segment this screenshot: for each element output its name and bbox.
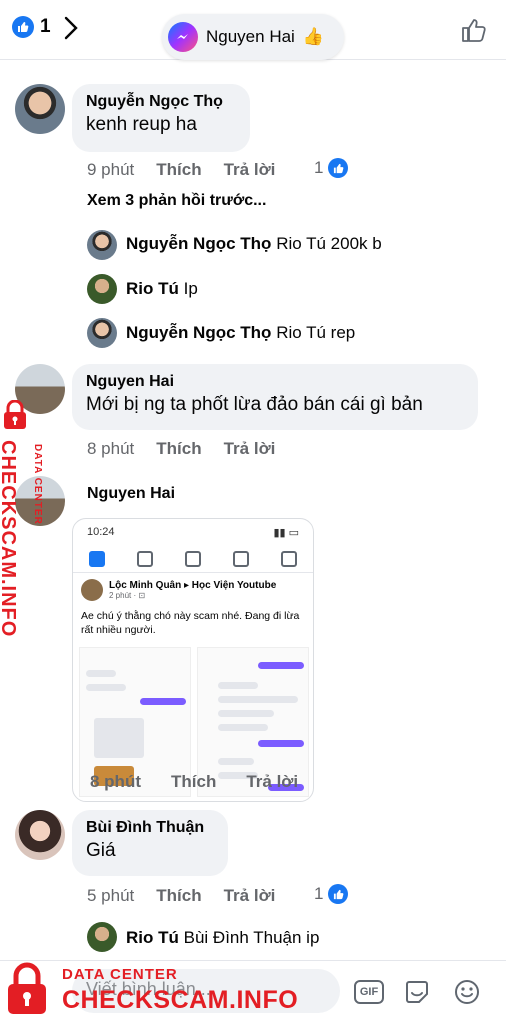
comment-actions: 9 phút Thích Trả lời [87,160,275,180]
post-time: 2 phút · ⊡ [109,591,146,600]
home-icon [89,550,105,567]
reply-item: Nguyễn Ngọc Thọ Rio Tú rep [126,323,355,343]
comment-text: Giá [86,840,116,861]
avatar[interactable] [87,230,117,260]
comment-text: kenh reup ha [86,114,197,135]
comment-time: 5 phút [87,886,135,905]
comment-author[interactable]: Nguyễn Ngọc Thọ [86,92,236,112]
status-bar: 10:24 ▮▮ ▭ [73,519,313,545]
emoji-icon[interactable] [452,977,482,1007]
reaction-number: 1 [314,884,324,903]
attached-screenshot[interactable]: 10:24 ▮▮ ▭ Lộc Minh Quân ▸ Học Viện Yout… [72,518,314,802]
watermark-text: CHECKSCAM.INFO [62,986,299,1014]
like-icon [328,158,349,178]
thumbs-up-emoji: 👍 [302,27,324,46]
comment-bubble: Nguyen Hai Mới bị ng ta phốt lừa đảo bán… [72,364,478,430]
facebook-nav [73,545,313,573]
comment-actions: 8 phút Thích Trả lời [90,772,298,792]
lock-icon [8,962,46,1014]
like-button[interactable]: Thích [156,439,201,459]
avatar[interactable] [15,84,65,134]
avatar[interactable] [87,274,117,304]
post: Lộc Minh Quân ▸ Học Viện Youtube 2 phút … [73,573,313,643]
reply-text: Rio Tú rep [276,323,356,342]
watermark-subtext: DATA CENTER [32,444,43,525]
see-previous-replies[interactable]: Xem 3 phản hồi trước... [87,192,266,210]
comment-actions: 5 phút Thích Trả lời [87,886,275,906]
watermark-text: CHECKSCAM.INFO [0,440,19,638]
reply-item: Rio Tú Ip [126,279,198,299]
comment-author[interactable]: Bùi Đình Thuận [86,818,214,838]
comment-bubble: Nguyễn Ngọc Thọ kenh reup ha [72,84,250,152]
reaction-count[interactable]: 1 [314,158,349,178]
comment-time: 8 phút [90,772,141,791]
video-icon [137,550,153,567]
thumbs-up-icon[interactable] [460,16,488,44]
like-icon [12,16,34,38]
reply-item: Nguyễn Ngọc Thọ Rio Tú 200k b [126,234,382,254]
like-icon [328,884,349,904]
bell-icon [233,550,249,567]
reply-text: Bùi Đình Thuận ip [183,928,320,947]
chat-head-name: Nguyen Hai [206,27,295,46]
post-text: Ae chú ý thằng chó này scam nhé. Đang đi… [81,610,300,636]
comment-actions: 8 phút Thích Trả lời [87,439,275,459]
avatar[interactable] [15,810,65,860]
messenger-icon [168,22,198,52]
reply-text: Rio Tú 200k b [276,234,382,253]
chat-head[interactable]: Nguyen Hai 👍 [162,14,344,60]
watermark-side: CHECKSCAM.INFO DATA CENTER [0,400,54,640]
watermark-subtext: DATA CENTER [62,966,178,983]
status-time: 10:24 [87,526,115,538]
reply-author[interactable]: Rio Tú [126,279,179,298]
battery-icon: ▮▮ ▭ [273,526,299,539]
watermark-bottom: DATA CENTER CHECKSCAM.INFO [6,962,306,1020]
reply-button[interactable]: Trả lời [224,439,276,459]
reply-author[interactable]: Nguyễn Ngọc Thọ [126,234,271,253]
top-bar: 1 Nguyen Hai 👍 [0,0,506,60]
avatar[interactable] [87,922,117,952]
reply-button[interactable]: Trả lời [224,160,276,180]
reaction-count[interactable]: 1 [314,884,349,904]
post-author: Lộc Minh Quân ▸ Học Viện Youtube [109,580,277,591]
avatar [81,579,103,601]
like-summary[interactable]: 1 [12,16,51,38]
gif-button[interactable]: GIF [354,980,384,1004]
comment-time: 9 phút [87,160,135,179]
comment-text: Mới bị ng ta phốt lừa đảo bán cái gì bản [86,394,423,415]
reaction-number: 1 [314,158,324,177]
like-button[interactable]: Thích [156,886,201,906]
reply-author[interactable]: Rio Tú [126,928,179,947]
like-count-text: 1 [40,16,51,37]
reply-button[interactable]: Trả lời [246,772,298,792]
reply-author[interactable]: Nguyễn Ngọc Thọ [126,323,271,342]
reply-text: Ip [183,279,198,298]
chevron-right-icon[interactable] [60,14,82,42]
reply-button[interactable]: Trả lời [224,886,276,906]
flag-icon [185,550,201,567]
comment-time: 8 phút [87,439,135,458]
menu-icon [281,550,297,567]
avatar[interactable] [87,318,117,348]
lock-icon [4,400,26,429]
reply-item: Rio Tú Bùi Đình Thuận ip [126,928,319,948]
like-button[interactable]: Thích [171,772,216,792]
sticker-icon[interactable] [402,977,432,1007]
comment-author[interactable]: Nguyen Hai [86,372,464,392]
comment-author[interactable]: Nguyen Hai [87,485,175,503]
like-button[interactable]: Thích [156,160,201,180]
comment-bubble: Bùi Đình Thuận Giá [72,810,228,876]
